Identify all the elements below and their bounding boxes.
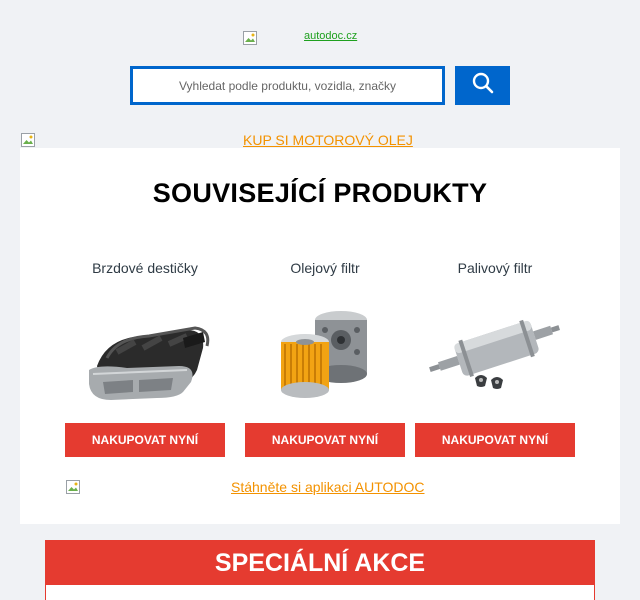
related-products-section: SOUVISEJÍCÍ PRODUKTY Brzdové destičky Ol… xyxy=(20,148,620,524)
product-name: Olejový filtr xyxy=(290,260,360,276)
search-box xyxy=(130,66,445,105)
logo-link[interactable]: autodoc.cz xyxy=(304,30,357,42)
search-button[interactable] xyxy=(455,66,510,105)
product-card-oil-filter: Olejový filtr xyxy=(245,260,405,410)
logo[interactable]: autodoc.cz xyxy=(242,30,382,50)
shop-now-button-oil-filter[interactable]: NAKUPOVAT NYNÍ xyxy=(245,423,405,457)
section-title: SOUVISEJÍCÍ PRODUKTY xyxy=(152,178,488,208)
product-name: Palivový filtr xyxy=(457,260,533,276)
shop-now-button-brake-pads[interactable]: NAKUPOVAT NYNÍ xyxy=(65,423,225,457)
special-offers-section: SPECIÁLNÍ AKCE xyxy=(45,540,595,600)
search-icon xyxy=(471,71,495,100)
broken-image-icon xyxy=(65,479,81,495)
product-card-fuel-filter: Palivový filtr xyxy=(415,260,575,410)
search-input[interactable] xyxy=(133,69,442,102)
app-download-banner[interactable]: Stáhněte si aplikaci AUTODOC xyxy=(65,479,485,499)
oil-filter-image[interactable] xyxy=(245,300,405,410)
broken-image-icon xyxy=(20,132,36,148)
broken-image-icon xyxy=(242,30,258,46)
brake-pads-image[interactable] xyxy=(65,300,225,410)
product-name: Brzdové destičky xyxy=(92,260,198,276)
app-download-link[interactable]: Stáhněte si aplikaci AUTODOC xyxy=(231,479,425,495)
product-card-brake-pads: Brzdové destičky xyxy=(65,260,225,410)
motor-oil-banner-link[interactable]: KUP SI MOTOROVÝ OLEJ xyxy=(243,132,413,148)
fuel-filter-image[interactable] xyxy=(415,300,575,410)
special-offers-title: SPECIÁLNÍ AKCE xyxy=(46,541,594,585)
shop-now-button-fuel-filter[interactable]: NAKUPOVAT NYNÍ xyxy=(415,423,575,457)
